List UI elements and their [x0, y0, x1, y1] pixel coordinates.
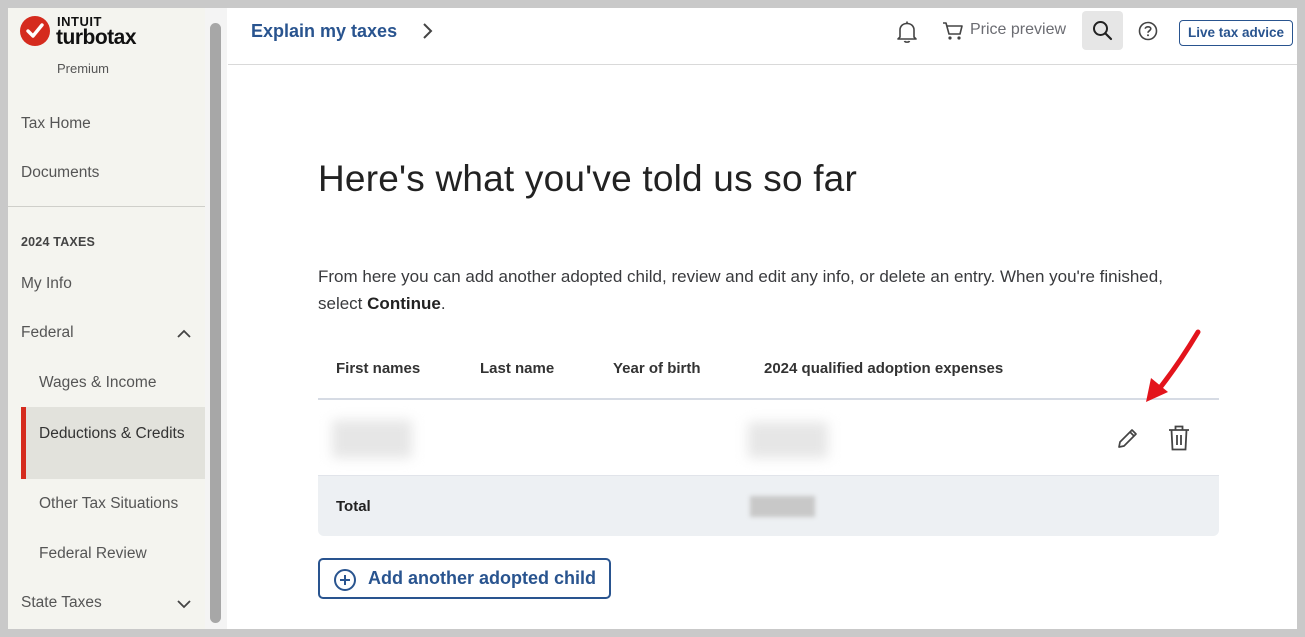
logo-edition: Premium — [57, 61, 110, 76]
sidebar-item-state-taxes-label: State Taxes — [21, 594, 102, 611]
plus-circle-icon — [334, 569, 356, 591]
sidebar-scrollbar[interactable] — [205, 8, 227, 629]
intro-end: . — [440, 294, 446, 313]
sidebar-item-federal[interactable]: Federal — [8, 324, 205, 346]
sidebar-item-documents[interactable]: Documents — [8, 164, 205, 182]
redacted-expenses — [748, 422, 828, 458]
chevron-right-icon[interactable] — [421, 22, 435, 40]
add-another-adopted-child-button[interactable]: Add another adopted child — [318, 558, 611, 599]
price-preview-link[interactable]: Price preview — [970, 21, 1066, 39]
bell-icon[interactable] — [896, 20, 918, 44]
help-icon[interactable] — [1138, 21, 1158, 41]
sidebar-item-other-tax-situations[interactable]: Other Tax Situations — [8, 495, 205, 513]
app-window: INTUIT turbotax Premium Tax Home Documen… — [8, 8, 1297, 629]
add-button-label: Add another adopted child — [368, 568, 596, 588]
page-title: Here's what you've told us so far — [318, 158, 857, 199]
sidebar-section-2024-taxes: 2024 TAXES — [21, 235, 96, 249]
intro-paragraph: From here you can add another adopted ch… — [318, 263, 1198, 317]
sidebar-divider — [8, 206, 205, 207]
redacted-first-name — [332, 420, 412, 458]
table-row — [318, 400, 1219, 476]
checkmark-logo-icon — [20, 16, 50, 46]
sidebar-item-my-info[interactable]: My Info — [8, 275, 205, 293]
intro-continue-word: Continue — [367, 294, 441, 313]
redacted-total-value — [750, 496, 815, 517]
scrollbar-thumb[interactable] — [210, 23, 221, 623]
logo-product: turbotax — [56, 26, 137, 49]
sidebar-item-federal-label: Federal — [21, 324, 74, 341]
sidebar-item-federal-review[interactable]: Federal Review — [8, 545, 205, 563]
breadcrumb-explain-my-taxes[interactable]: Explain my taxes — [251, 21, 397, 42]
chevron-down-icon — [177, 600, 191, 609]
cart-icon[interactable] — [942, 21, 964, 41]
sidebar-item-wages-income[interactable]: Wages & Income — [8, 374, 205, 392]
sidebar-item-state-taxes[interactable]: State Taxes — [8, 594, 205, 616]
chevron-up-icon — [177, 329, 191, 338]
column-header-year-of-birth: Year of birth — [613, 360, 701, 377]
search-button[interactable] — [1082, 11, 1123, 50]
total-label: Total — [336, 498, 371, 515]
sidebar-item-deductions-credits-label: Deductions & Credits — [39, 425, 185, 442]
live-tax-advice-button[interactable]: Live tax advice — [1179, 20, 1293, 46]
top-header: Explain my taxes Price preview Live tax … — [228, 8, 1297, 65]
red-arrow-annotation-icon — [1146, 329, 1201, 402]
sidebar-item-deductions-credits[interactable]: Deductions & Credits — [21, 407, 205, 479]
total-row: Total — [318, 476, 1219, 536]
search-icon — [1093, 21, 1113, 41]
column-header-adoption-expenses: 2024 qualified adoption expenses — [764, 360, 1004, 377]
column-header-last-name: Last name — [480, 360, 555, 377]
turbotax-logo[interactable]: INTUIT turbotax Premium — [20, 14, 200, 76]
sidebar-item-tax-home[interactable]: Tax Home — [8, 115, 205, 133]
trash-icon[interactable] — [1167, 424, 1191, 452]
column-header-first-names: First names — [336, 360, 421, 377]
sidebar: INTUIT turbotax Premium Tax Home Documen… — [8, 8, 205, 629]
edit-pencil-icon[interactable] — [1116, 426, 1140, 450]
